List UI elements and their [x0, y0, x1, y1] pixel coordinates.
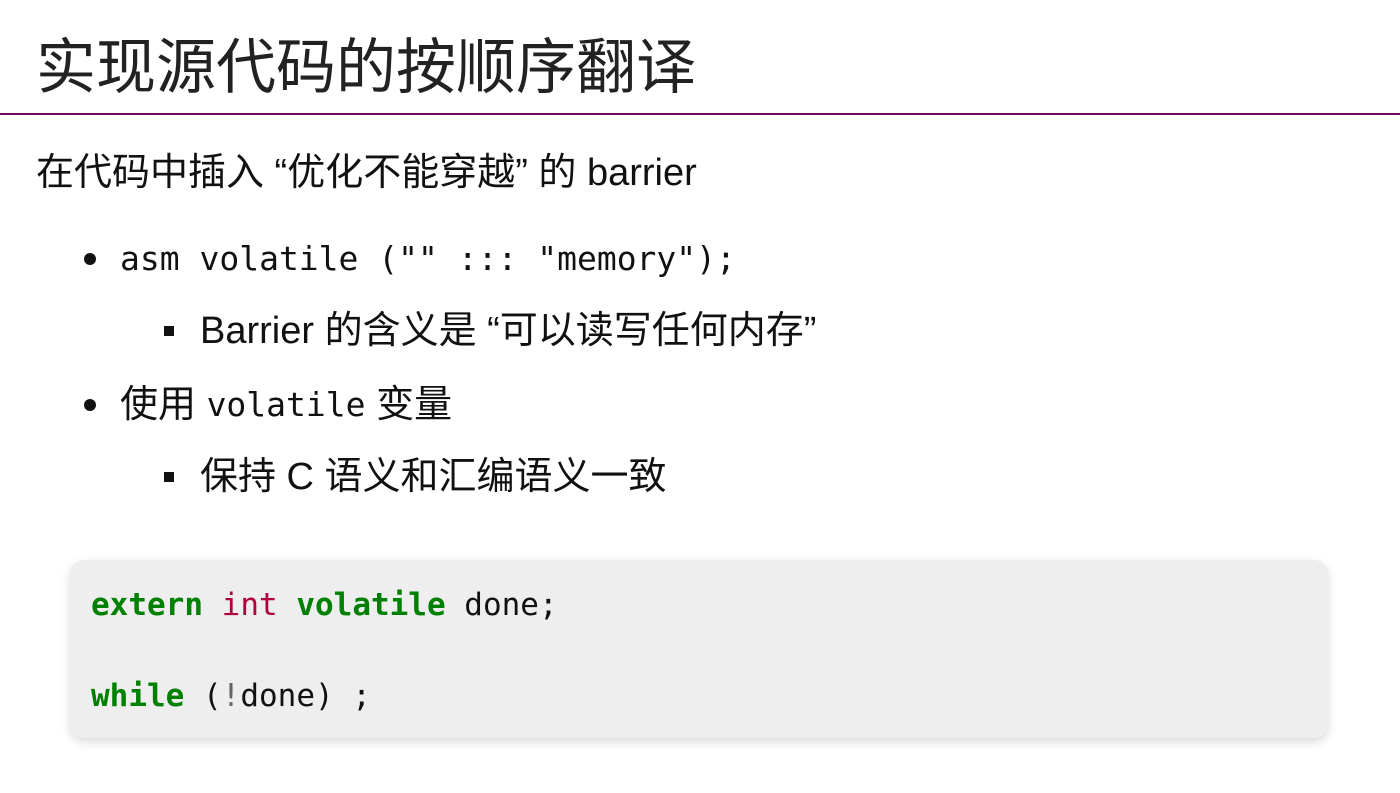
code-keyword: extern: [91, 587, 203, 623]
bullet-code: volatile: [206, 385, 366, 424]
bullet-dot-icon: [84, 253, 96, 265]
bullet-volatile-variable: 使用 volatile 变量: [84, 380, 452, 430]
code-line-2: while (!done) ;: [91, 676, 371, 716]
bullet-dot-icon: [84, 399, 96, 411]
code-type: int: [221, 587, 278, 623]
page-title: 实现源代码的按顺序翻译: [36, 34, 696, 101]
code-keyword: volatile: [296, 587, 446, 623]
code-block: extern int volatile done; while (!done) …: [70, 560, 1328, 738]
subbullet-text: 保持 C 语义和汇编语义一致: [200, 456, 667, 498]
code-keyword: while: [91, 678, 185, 714]
bullet-square-icon: [164, 326, 174, 336]
code-line-1: extern int volatile done;: [91, 585, 558, 625]
bullet-asm-volatile: asm volatile ("" ::: "memory");: [84, 234, 736, 284]
bullet-square-icon: [164, 472, 174, 482]
lead-text: 在代码中插入 “优化不能穿越” 的 barrier: [36, 152, 697, 194]
code-operator: !: [221, 678, 241, 714]
bullet-code: asm volatile ("" ::: "memory");: [120, 239, 736, 278]
bullet-text-after: 变量: [365, 384, 453, 426]
bullet-text: 使用: [120, 384, 207, 426]
title-divider: [0, 113, 1400, 115]
code-text: done) ;: [240, 678, 371, 714]
code-text: (: [184, 678, 222, 714]
subbullet-c-semantics: 保持 C 语义和汇编语义一致: [164, 452, 667, 502]
code-text: done;: [445, 587, 558, 623]
subbullet-text: Barrier 的含义是 “可以读写任何内存”: [200, 310, 817, 352]
subbullet-barrier-meaning: Barrier 的含义是 “可以读写任何内存”: [164, 306, 816, 356]
